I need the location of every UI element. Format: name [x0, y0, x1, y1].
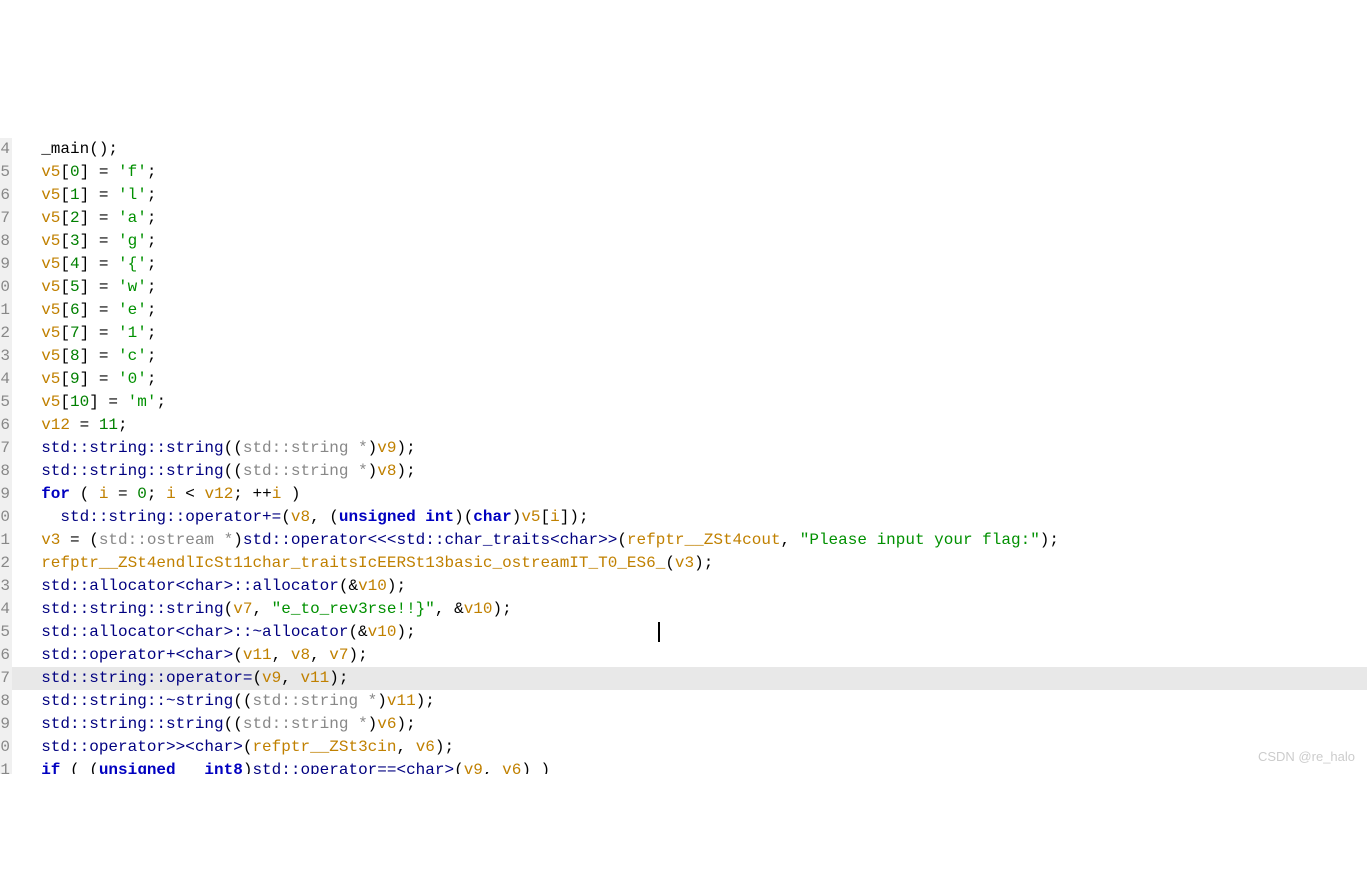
code-line[interactable]: 2 refptr__ZSt4endlIcSt11char_traitsIcEER…	[0, 552, 1367, 575]
code-line[interactable]: 9 for ( i = 0; i < v12; ++i )	[0, 483, 1367, 506]
code-content[interactable]: std::string::string((std::string *)v6);	[12, 713, 1367, 736]
line-number: 6	[0, 644, 12, 667]
code-content[interactable]: std::string::operator=(v9, v11);	[12, 667, 1367, 690]
line-number: 8	[0, 690, 12, 713]
line-number: 0	[0, 276, 12, 299]
code-line[interactable]: 1 v3 = (std::ostream *)std::operator<<<s…	[0, 529, 1367, 552]
code-content[interactable]: v5[4] = '{';	[12, 253, 1367, 276]
code-content[interactable]: refptr__ZSt4endlIcSt11char_traitsIcEERSt…	[12, 552, 1367, 575]
code-content[interactable]: v3 = (std::ostream *)std::operator<<<std…	[12, 529, 1367, 552]
line-number: 4	[0, 138, 12, 161]
line-number: 3	[0, 345, 12, 368]
watermark: CSDN @re_halo	[1258, 745, 1355, 768]
code-line[interactable]: 7 v5[2] = 'a';	[0, 207, 1367, 230]
code-content[interactable]: v5[5] = 'w';	[12, 276, 1367, 299]
code-line[interactable]: 5 v5[10] = 'm';	[0, 391, 1367, 414]
code-line[interactable]: 8 std::string::~string((std::string *)v1…	[0, 690, 1367, 713]
line-number: 0	[0, 506, 12, 529]
code-line[interactable]: 5 std::allocator<char>::~allocator(&v10)…	[0, 621, 1367, 644]
code-lines[interactable]: 4 _main();5 v5[0] = 'f';6 v5[1] = 'l';7 …	[0, 138, 1367, 774]
line-number: 1	[0, 299, 12, 322]
line-number: 2	[0, 322, 12, 345]
line-number: 6	[0, 414, 12, 437]
code-line[interactable]: 4 std::string::string(v7, "e_to_rev3rse!…	[0, 598, 1367, 621]
line-number: 5	[0, 391, 12, 414]
code-line[interactable]: 6 std::operator+<char>(v11, v8, v7);	[0, 644, 1367, 667]
line-number: 8	[0, 230, 12, 253]
code-line[interactable]: 3 std::allocator<char>::allocator(&v10);	[0, 575, 1367, 598]
code-line[interactable]: 6 v5[1] = 'l';	[0, 184, 1367, 207]
code-line[interactable]: 8 std::string::string((std::string *)v8)…	[0, 460, 1367, 483]
code-content[interactable]: std::allocator<char>::~allocator(&v10);	[12, 621, 1367, 644]
line-number: 5	[0, 161, 12, 184]
code-content[interactable]: v5[7] = '1';	[12, 322, 1367, 345]
code-content[interactable]: _main();	[12, 138, 1367, 161]
code-line[interactable]: 1 if ( (unsigned __int8)std::operator==<…	[0, 759, 1367, 774]
code-line[interactable]: 3 v5[8] = 'c';	[0, 345, 1367, 368]
code-line[interactable]: 0 v5[5] = 'w';	[0, 276, 1367, 299]
line-number: 0	[0, 736, 12, 759]
line-number: 3	[0, 575, 12, 598]
code-content[interactable]: std::string::~string((std::string *)v11)…	[12, 690, 1367, 713]
line-number: 4	[0, 598, 12, 621]
code-content[interactable]: std::string::operator+=(v8, (unsigned in…	[12, 506, 1367, 529]
code-content[interactable]: if ( (unsigned __int8)std::operator==<ch…	[12, 759, 1367, 774]
code-content[interactable]: std::string::string(v7, "e_to_rev3rse!!}…	[12, 598, 1367, 621]
code-line[interactable]: 4 _main();	[0, 138, 1367, 161]
line-number: 1	[0, 529, 12, 552]
code-line[interactable]: 1 v5[6] = 'e';	[0, 299, 1367, 322]
code-content[interactable]: std::string::string((std::string *)v9);	[12, 437, 1367, 460]
line-number: 8	[0, 460, 12, 483]
line-number: 7	[0, 667, 12, 690]
line-number: 1	[0, 759, 12, 774]
line-number: 6	[0, 184, 12, 207]
line-number: 9	[0, 483, 12, 506]
code-line[interactable]: 2 v5[7] = '1';	[0, 322, 1367, 345]
code-content[interactable]: v5[6] = 'e';	[12, 299, 1367, 322]
line-number: 2	[0, 552, 12, 575]
code-content[interactable]: std::operator+<char>(v11, v8, v7);	[12, 644, 1367, 667]
code-content[interactable]: v5[10] = 'm';	[12, 391, 1367, 414]
code-line[interactable]: 9 std::string::string((std::string *)v6)…	[0, 713, 1367, 736]
code-line[interactable]: 5 v5[0] = 'f';	[0, 161, 1367, 184]
code-content[interactable]: std::operator>><char>(refptr__ZSt3cin, v…	[12, 736, 1367, 759]
code-content[interactable]: std::string::string((std::string *)v8);	[12, 460, 1367, 483]
code-line[interactable]: 8 v5[3] = 'g';	[0, 230, 1367, 253]
line-number: 7	[0, 207, 12, 230]
line-number: 7	[0, 437, 12, 460]
code-line[interactable]: 9 v5[4] = '{';	[0, 253, 1367, 276]
code-editor[interactable]: 4 _main();5 v5[0] = 'f';6 v5[1] = 'l';7 …	[0, 92, 1367, 774]
code-content[interactable]: v5[9] = '0';	[12, 368, 1367, 391]
code-line[interactable]: 6 v12 = 11;	[0, 414, 1367, 437]
code-line[interactable]: 4 v5[9] = '0';	[0, 368, 1367, 391]
code-line[interactable]: 0 std::string::operator+=(v8, (unsigned …	[0, 506, 1367, 529]
code-content[interactable]: v5[3] = 'g';	[12, 230, 1367, 253]
line-number: 4	[0, 368, 12, 391]
code-content[interactable]: std::allocator<char>::allocator(&v10);	[12, 575, 1367, 598]
code-content[interactable]: v5[2] = 'a';	[12, 207, 1367, 230]
code-content[interactable]: v5[0] = 'f';	[12, 161, 1367, 184]
code-content[interactable]: v5[8] = 'c';	[12, 345, 1367, 368]
line-number: 9	[0, 713, 12, 736]
line-number: 5	[0, 621, 12, 644]
code-content[interactable]: v12 = 11;	[12, 414, 1367, 437]
code-line[interactable]: 7 std::string::operator=(v9, v11);	[0, 667, 1367, 690]
code-line[interactable]: 7 std::string::string((std::string *)v9)…	[0, 437, 1367, 460]
code-content[interactable]: v5[1] = 'l';	[12, 184, 1367, 207]
line-number: 9	[0, 253, 12, 276]
text-cursor	[658, 622, 660, 642]
code-line[interactable]: 0 std::operator>><char>(refptr__ZSt3cin,…	[0, 736, 1367, 759]
code-content[interactable]: for ( i = 0; i < v12; ++i )	[12, 483, 1367, 506]
